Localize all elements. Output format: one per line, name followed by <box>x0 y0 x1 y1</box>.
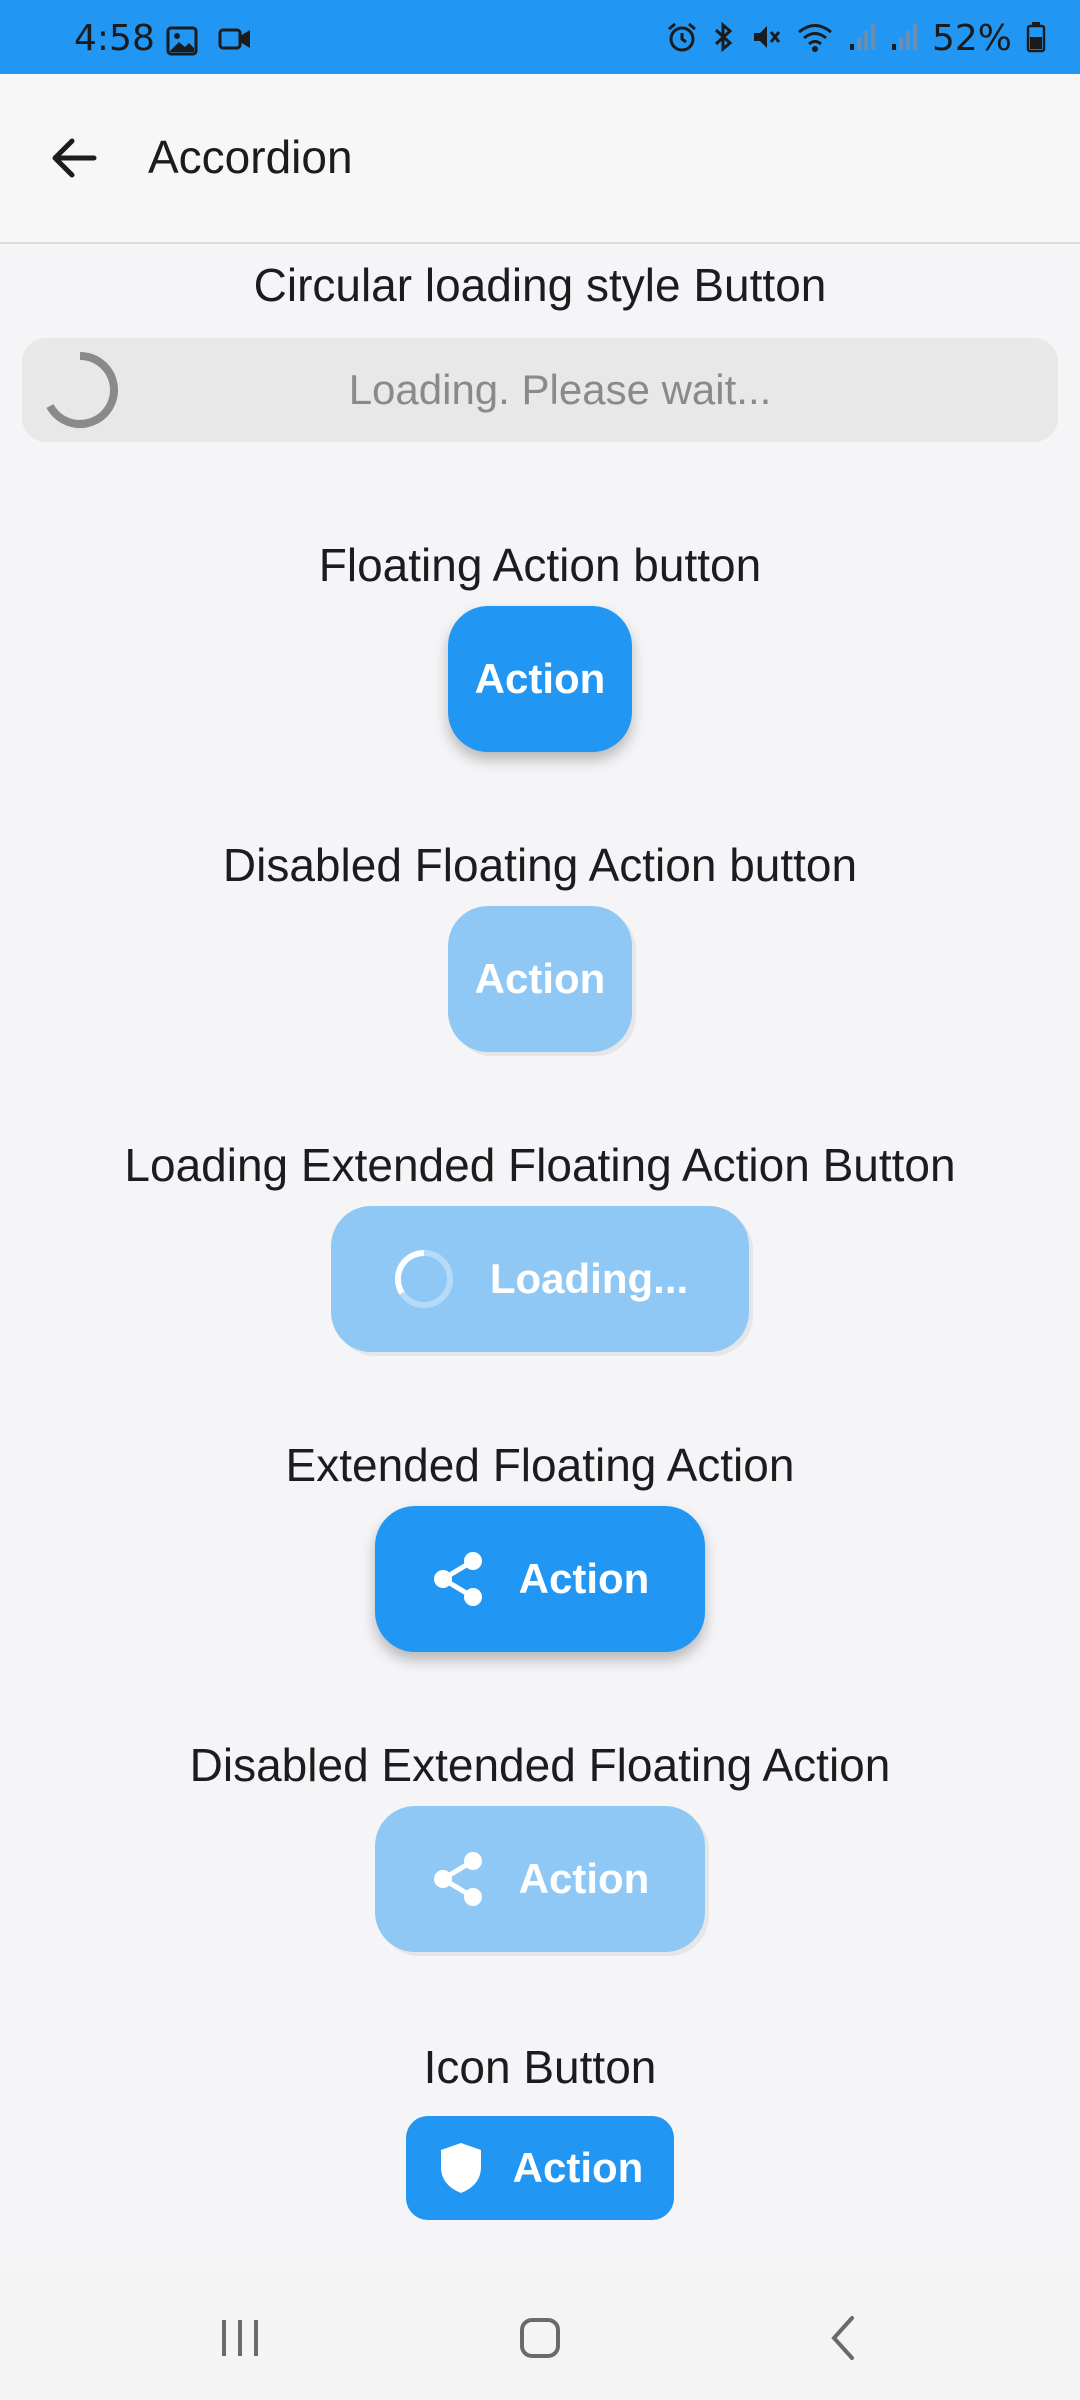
back-icon[interactable] <box>814 2308 874 2368</box>
extended-fab-label: Action <box>518 1555 650 1602</box>
wifi-icon <box>796 21 834 57</box>
loading-spinner-icon <box>392 1247 456 1311</box>
icon-button-title: Icon Button <box>423 2041 657 2093</box>
back-arrow-icon[interactable] <box>44 128 104 188</box>
bluetooth-icon <box>712 21 736 57</box>
disabled-extended-fab-title: Disabled Extended Floating Action <box>189 1739 891 1791</box>
page-title: Accordion <box>148 131 353 183</box>
loading-button-label: Loading. Please wait... <box>348 366 772 413</box>
fab-label: Action <box>474 655 606 702</box>
extended-fab-title: Extended Floating Action <box>285 1439 795 1491</box>
icon-button-label: Action <box>512 2144 644 2191</box>
fab-title: Floating Action button <box>318 539 762 591</box>
disabled-extended-floating-action-button[interactable]: Action <box>375 1806 705 1952</box>
floating-action-button[interactable]: Action <box>448 606 632 752</box>
disabled-extended-fab-label: Action <box>518 1855 650 1902</box>
battery-level: 52% <box>931 18 1012 59</box>
loading-extended-fab-title: Loading Extended Floating Action Button <box>124 1139 956 1191</box>
share-icon <box>431 1551 485 1607</box>
share-icon <box>431 1851 485 1907</box>
disabled-floating-action-button[interactable]: Action <box>448 906 632 1052</box>
loading-extended-fab-label: Loading... <box>489 1255 689 1302</box>
signal-icon <box>890 22 918 56</box>
circular-loading-title: Circular loading style Button <box>253 259 827 311</box>
video-icon <box>218 26 252 60</box>
loading-extended-fab[interactable]: Loading... <box>331 1206 749 1352</box>
home-icon[interactable] <box>510 2308 570 2368</box>
alarm-icon <box>666 21 698 57</box>
recent-apps-icon[interactable] <box>210 2308 270 2368</box>
status-bar: 4:58 52% <box>0 0 1080 74</box>
shield-icon <box>437 2141 485 2195</box>
signal-icon <box>848 22 876 56</box>
mute-icon <box>750 21 782 57</box>
system-nav-bar <box>0 2270 1080 2400</box>
status-time: 4:58 <box>74 18 155 59</box>
disabled-fab-label: Action <box>474 955 606 1002</box>
gallery-icon <box>166 26 198 60</box>
icon-button[interactable]: Action <box>406 2116 674 2220</box>
circular-loading-button[interactable]: Loading. Please wait... <box>22 338 1058 442</box>
disabled-fab-title: Disabled Floating Action button <box>222 839 858 891</box>
battery-icon <box>1026 21 1046 57</box>
app-bar: Accordion <box>0 74 1080 244</box>
extended-floating-action-button[interactable]: Action <box>375 1506 705 1652</box>
